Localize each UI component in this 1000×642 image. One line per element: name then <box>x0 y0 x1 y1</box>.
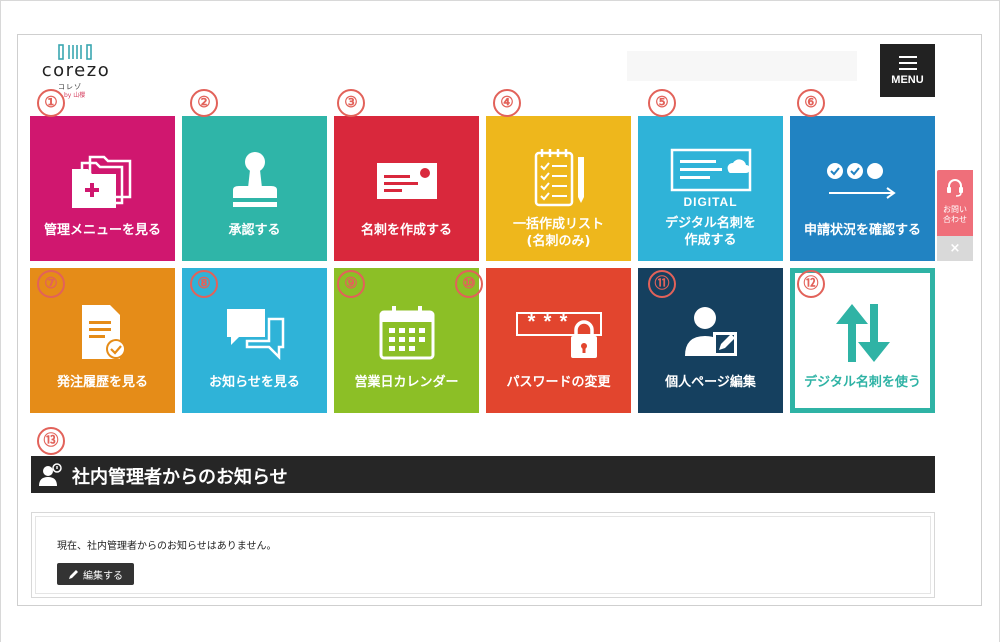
corezo-logo[interactable]: corezo コレゾ by 山櫻 <box>30 44 122 99</box>
annotation-11: ⑪ <box>648 270 676 298</box>
notice-section-title: 社内管理者からのお知らせ <box>72 467 288 488</box>
tile-label: デジタル名刺を使う <box>804 375 921 390</box>
notice-message: 現在、社内管理者からのお知らせはありません。 <box>57 541 277 552</box>
headset-icon <box>947 179 963 197</box>
tile-label-line1: 一括作成リスト <box>512 217 604 232</box>
stamp-icon <box>182 146 327 216</box>
annotation-6: ⑥ <box>797 89 825 117</box>
contact-label-line1: お問い <box>943 205 967 214</box>
tile-label: 一括作成リスト (名刺のみ) <box>486 216 631 250</box>
chat-bubbles-icon <box>182 298 327 368</box>
annotation-2: ② <box>190 89 218 117</box>
pencil-icon <box>69 569 78 579</box>
close-contact-button[interactable]: × <box>937 236 973 261</box>
tile-label: 発注履歴を見る <box>56 375 148 390</box>
tile-label-line2: (名刺のみ) <box>526 234 591 249</box>
annotation-10: ⑩ <box>455 270 483 298</box>
password-mask: *** <box>525 313 574 336</box>
window-left-border <box>0 0 1 642</box>
annotation-7: ⑦ <box>37 270 65 298</box>
contact-tab[interactable]: お問い 合わせ <box>937 170 973 236</box>
tile-application-status[interactable]: 申請状況を確認する <box>790 116 935 261</box>
tile-label: 名刺を作成する <box>360 223 452 238</box>
header-blank-area <box>627 51 857 81</box>
tile-bulk-list[interactable]: 一括作成リスト (名刺のみ) <box>486 116 631 261</box>
logo-subtext: by 山櫻 <box>64 92 86 99</box>
annotation-8: ⑧ <box>190 270 218 298</box>
tile-create-card[interactable]: 名刺を作成する <box>334 116 479 261</box>
annotation-5: ⑤ <box>648 89 676 117</box>
hamburger-icon <box>880 56 935 70</box>
tile-change-password[interactable]: *** パスワードの変更 <box>486 268 631 413</box>
tile-label-line2: 作成する <box>684 233 737 248</box>
tile-label-line1: デジタル名刺を <box>665 216 756 231</box>
tile-label: 管理メニューを見る <box>43 223 161 238</box>
tile-label: 承認する <box>228 223 281 238</box>
window-top-border <box>0 0 1000 1</box>
tile-admin-menu[interactable]: 管理メニューを見る <box>30 116 175 261</box>
tile-label: デジタル名刺を 作成する <box>638 215 783 249</box>
user-edit-icon <box>638 298 783 368</box>
tile-label: お知らせを見る <box>209 375 300 390</box>
annotation-4: ④ <box>493 89 521 117</box>
edit-button-label: 編集する <box>83 570 123 582</box>
edit-button[interactable]: 編集する <box>57 563 134 585</box>
calendar-icon <box>334 298 479 368</box>
annotation-13: ⑬ <box>37 427 65 455</box>
admin-notice-icon <box>39 463 62 486</box>
tile-approve[interactable]: 承認する <box>182 116 327 261</box>
notice-section-header: 社内管理者からのお知らせ <box>31 456 935 493</box>
password-lock-icon: *** <box>486 298 631 368</box>
tile-label: 個人ページ編集 <box>665 375 756 390</box>
logo-wordmark: corezo <box>41 60 111 81</box>
tile-create-digital-card[interactable]: DIGITAL デジタル名刺を 作成する <box>638 116 783 261</box>
contact-tab-label: お問い 合わせ <box>937 205 973 225</box>
tile-label: パスワードの変更 <box>506 375 611 390</box>
order-document-icon <box>30 298 175 368</box>
annotation-12: ⑫ <box>797 270 825 298</box>
notice-panel-inner: 現在、社内管理者からのお知らせはありません。 編集する <box>35 516 931 594</box>
checklist-icon <box>486 144 631 214</box>
annotation-3: ③ <box>337 89 365 117</box>
tile-label: 営業日カレンダー <box>354 375 459 390</box>
tile-label: 申請状況を確認する <box>803 223 921 238</box>
logo-mark-icon <box>58 44 92 60</box>
notice-panel: 現在、社内管理者からのお知らせはありません。 編集する <box>31 512 935 598</box>
folders-icon <box>30 146 175 216</box>
digital-card-text: DIGITAL <box>683 195 738 209</box>
contact-label-line2: 合わせ <box>943 215 967 224</box>
progress-steps-icon <box>790 146 935 216</box>
menu-button[interactable]: MENU <box>880 44 935 97</box>
exchange-arrows-icon <box>795 298 930 368</box>
annotation-1: ① <box>37 89 65 117</box>
annotation-9: ⑨ <box>337 270 365 298</box>
menu-button-label: MENU <box>891 74 924 86</box>
business-card-icon <box>334 146 479 216</box>
